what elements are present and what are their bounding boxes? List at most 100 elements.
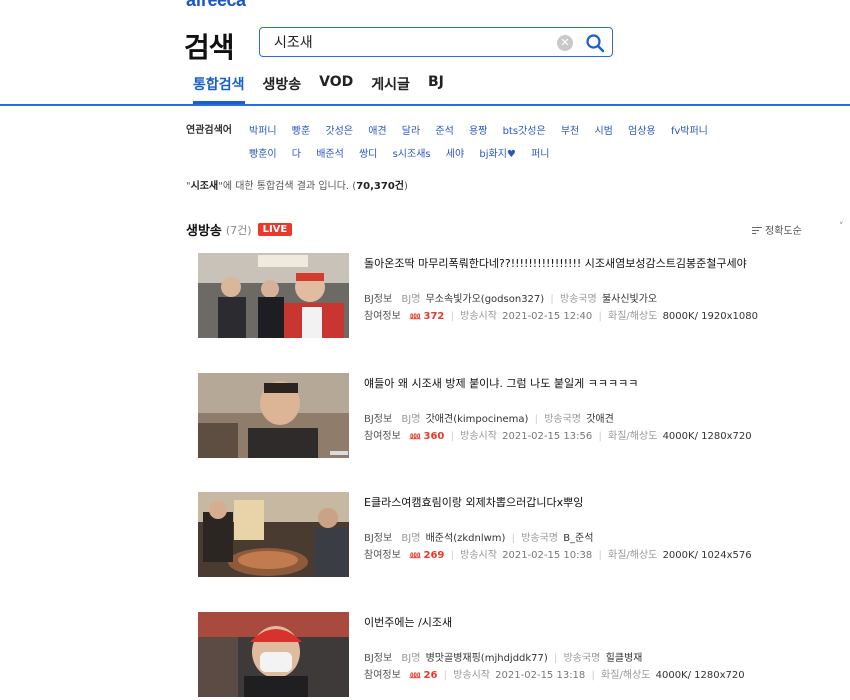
related-keyword[interactable]: 준석 bbox=[435, 126, 453, 137]
station-name[interactable]: 불사신빛가오 bbox=[602, 294, 657, 305]
separator: | bbox=[598, 311, 602, 322]
stream-card[interactable]: E클라스여캠효림이랑 외제차뽑으러갑니다x뿌잉 BJ정보 BJ명 배준석(zkd… bbox=[198, 492, 838, 578]
tab-integrated[interactable]: 통합검색 bbox=[193, 74, 245, 104]
chevron-down-icon[interactable]: ˅ bbox=[839, 222, 844, 232]
stream-title[interactable]: 돌아온조딱 마무리폭뤄한다네??!!!!!!!!!!!!!!!! 시조새염보성감… bbox=[364, 255, 747, 271]
bj-info-label: BJ정보 bbox=[364, 533, 393, 544]
related-keyword[interactable]: 엄상용 bbox=[628, 126, 656, 137]
related-keyword[interactable]: 용짱 bbox=[469, 126, 487, 137]
bj-name-label: BJ명 bbox=[401, 653, 421, 664]
stream-thumbnail[interactable] bbox=[198, 373, 349, 458]
viewers-label: 참여정보 bbox=[364, 550, 401, 561]
separator: | bbox=[554, 653, 558, 664]
stream-bj-info: BJ정보 BJ명 병맛골병재핑(mjhdjddk77) | 방송국명 힐클병재 bbox=[364, 649, 642, 664]
bj-name[interactable]: 병맛골병재핑(mjhdjddk77) bbox=[426, 653, 548, 664]
result-summary: "시조새"에 대한 통합검색 결과 입니다. (70,370건) bbox=[186, 177, 408, 192]
related-keyword[interactable]: 퍼니 bbox=[531, 149, 549, 160]
stream-title[interactable]: 얘들아 왜 시조새 방제 붙이냐. 그럼 나도 붙일게 ㅋㅋㅋㅋㅋ bbox=[364, 375, 638, 391]
related-keyword[interactable]: 달라 bbox=[402, 126, 420, 137]
viewer-count: 26 bbox=[423, 670, 438, 681]
related-keyword[interactable]: 세야 bbox=[446, 149, 464, 160]
related-keyword[interactable]: s시조새s bbox=[393, 149, 431, 160]
stream-stats: 참여정보 ⅏ 360 | 방송시작 2021-02-15 13:56 | 화질/… bbox=[364, 427, 752, 442]
start-time: 2021-02-15 13:18 bbox=[495, 670, 586, 681]
quality-value: 4000K/ 1280x720 bbox=[662, 431, 752, 442]
related-keyword[interactable]: 배준석 bbox=[316, 149, 344, 160]
separator: | bbox=[450, 431, 454, 442]
viewers-icon: ⅏ bbox=[410, 550, 421, 561]
clear-icon[interactable]: ✕ bbox=[557, 35, 573, 51]
afreeca-logo[interactable]: afreeca bbox=[186, 0, 246, 11]
related-keyword[interactable]: bj화지♥ bbox=[479, 149, 516, 160]
tab-posts[interactable]: 게시글 bbox=[371, 74, 410, 104]
summary-text: "에 대한 통합검색 결과 입니다. ( bbox=[218, 181, 357, 192]
station-name[interactable]: 힐클병재 bbox=[606, 653, 643, 664]
related-keyword[interactable]: bts갓성은 bbox=[503, 126, 546, 137]
viewers-label: 참여정보 bbox=[364, 431, 401, 442]
quality-label: 화질/해상도 bbox=[608, 431, 658, 442]
related-keyword[interactable]: 빵훈이 bbox=[249, 149, 277, 160]
separator: | bbox=[511, 533, 515, 544]
start-time: 2021-02-15 10:38 bbox=[502, 550, 593, 561]
stream-title[interactable]: 이번주에는 /시조새 bbox=[364, 614, 452, 630]
bj-name[interactable]: 갓애견(kimpocinema) bbox=[426, 414, 529, 425]
quality-label: 화질/해상도 bbox=[601, 670, 651, 681]
separator: | bbox=[443, 670, 447, 681]
quality-value: 4000K/ 1280x720 bbox=[655, 670, 745, 681]
live-section-header: 생방송 (7건) LIVE bbox=[186, 220, 293, 239]
start-time: 2021-02-15 13:56 bbox=[502, 431, 593, 442]
search-input[interactable] bbox=[274, 32, 554, 52]
stream-card[interactable]: 이번주에는 /시조새 BJ정보 BJ명 병맛골병재핑(mjhdjddk77) |… bbox=[198, 612, 838, 698]
sort-dropdown[interactable]: 정확도순 bbox=[752, 222, 802, 237]
section-count: (7건) bbox=[225, 223, 252, 237]
stream-thumbnail[interactable] bbox=[198, 612, 349, 697]
live-badge: LIVE bbox=[257, 223, 293, 236]
related-keyword[interactable]: 시범 bbox=[594, 126, 612, 137]
related-keyword[interactable]: 빵훈 bbox=[292, 126, 310, 137]
quality-label: 화질/해상도 bbox=[608, 311, 658, 322]
stream-title[interactable]: E클라스여캠효림이랑 외제차뽑으러갑니다x뿌잉 bbox=[364, 494, 583, 510]
stream-stats: 참여정보 ⅏ 26 | 방송시작 2021-02-15 13:18 | 화질/해… bbox=[364, 666, 745, 681]
tab-vod[interactable]: VOD bbox=[319, 74, 353, 104]
start-label: 방송시작 bbox=[460, 550, 497, 561]
viewers-icon: ⅏ bbox=[410, 431, 421, 442]
search-tabs: 통합검색 생방송 VOD 게시글 BJ bbox=[193, 74, 462, 104]
separator: | bbox=[450, 550, 454, 561]
stream-bj-info: BJ정보 BJ명 무소속빛가오(godson327) | 방송국명 불사신빛가오 bbox=[364, 290, 657, 305]
separator: | bbox=[598, 431, 602, 442]
related-keyword[interactable]: 쌍디 bbox=[359, 149, 377, 160]
search-icon[interactable] bbox=[584, 32, 606, 54]
bj-info-label: BJ정보 bbox=[364, 653, 393, 664]
stream-card[interactable]: 돌아온조딱 마무리폭뤄한다네??!!!!!!!!!!!!!!!! 시조새염보성감… bbox=[198, 253, 838, 339]
section-title[interactable]: 생방송 bbox=[186, 220, 222, 239]
bj-name[interactable]: 배준석(zkdnlwm) bbox=[426, 533, 506, 544]
viewers-icon: ⅏ bbox=[410, 311, 421, 322]
related-keyword[interactable]: fv박퍼니 bbox=[671, 126, 708, 137]
related-keyword[interactable]: 갓성은 bbox=[325, 126, 353, 137]
stream-thumbnail[interactable] bbox=[198, 492, 349, 577]
related-keyword[interactable]: 다 bbox=[292, 149, 301, 160]
tab-live[interactable]: 생방송 bbox=[263, 74, 302, 104]
station-label: 방송국명 bbox=[563, 653, 601, 664]
quality-value: 2000K/ 1024x576 bbox=[662, 550, 752, 561]
start-label: 방송시작 bbox=[460, 431, 497, 442]
stream-thumbnail[interactable] bbox=[198, 253, 349, 338]
summary-count: 70,370건 bbox=[356, 181, 404, 192]
related-keyword[interactable]: 애견 bbox=[368, 126, 386, 137]
bj-name[interactable]: 무소속빛가오(godson327) bbox=[426, 294, 545, 305]
separator: | bbox=[550, 294, 554, 305]
stream-stats: 참여정보 ⅏ 269 | 방송시작 2021-02-15 10:38 | 화질/… bbox=[364, 546, 752, 561]
tab-bj[interactable]: BJ bbox=[428, 74, 444, 104]
summary-query: 시조새 bbox=[190, 181, 219, 192]
station-name[interactable]: 갓애견 bbox=[586, 414, 614, 425]
related-keywords-label: 연관검색어 bbox=[186, 125, 232, 136]
summary-suffix: ) bbox=[404, 181, 408, 192]
separator: | bbox=[534, 414, 538, 425]
stream-card[interactable]: 얘들아 왜 시조새 방제 붙이냐. 그럼 나도 붙일게 ㅋㅋㅋㅋㅋ BJ정보 B… bbox=[198, 373, 838, 459]
search-box: ✕ bbox=[259, 27, 613, 57]
viewer-count: 269 bbox=[423, 550, 445, 561]
station-name[interactable]: B_준석 bbox=[563, 533, 593, 544]
related-keyword[interactable]: 박퍼니 bbox=[249, 126, 277, 137]
bj-name-label: BJ명 bbox=[401, 294, 421, 305]
related-keyword[interactable]: 부천 bbox=[561, 126, 579, 137]
